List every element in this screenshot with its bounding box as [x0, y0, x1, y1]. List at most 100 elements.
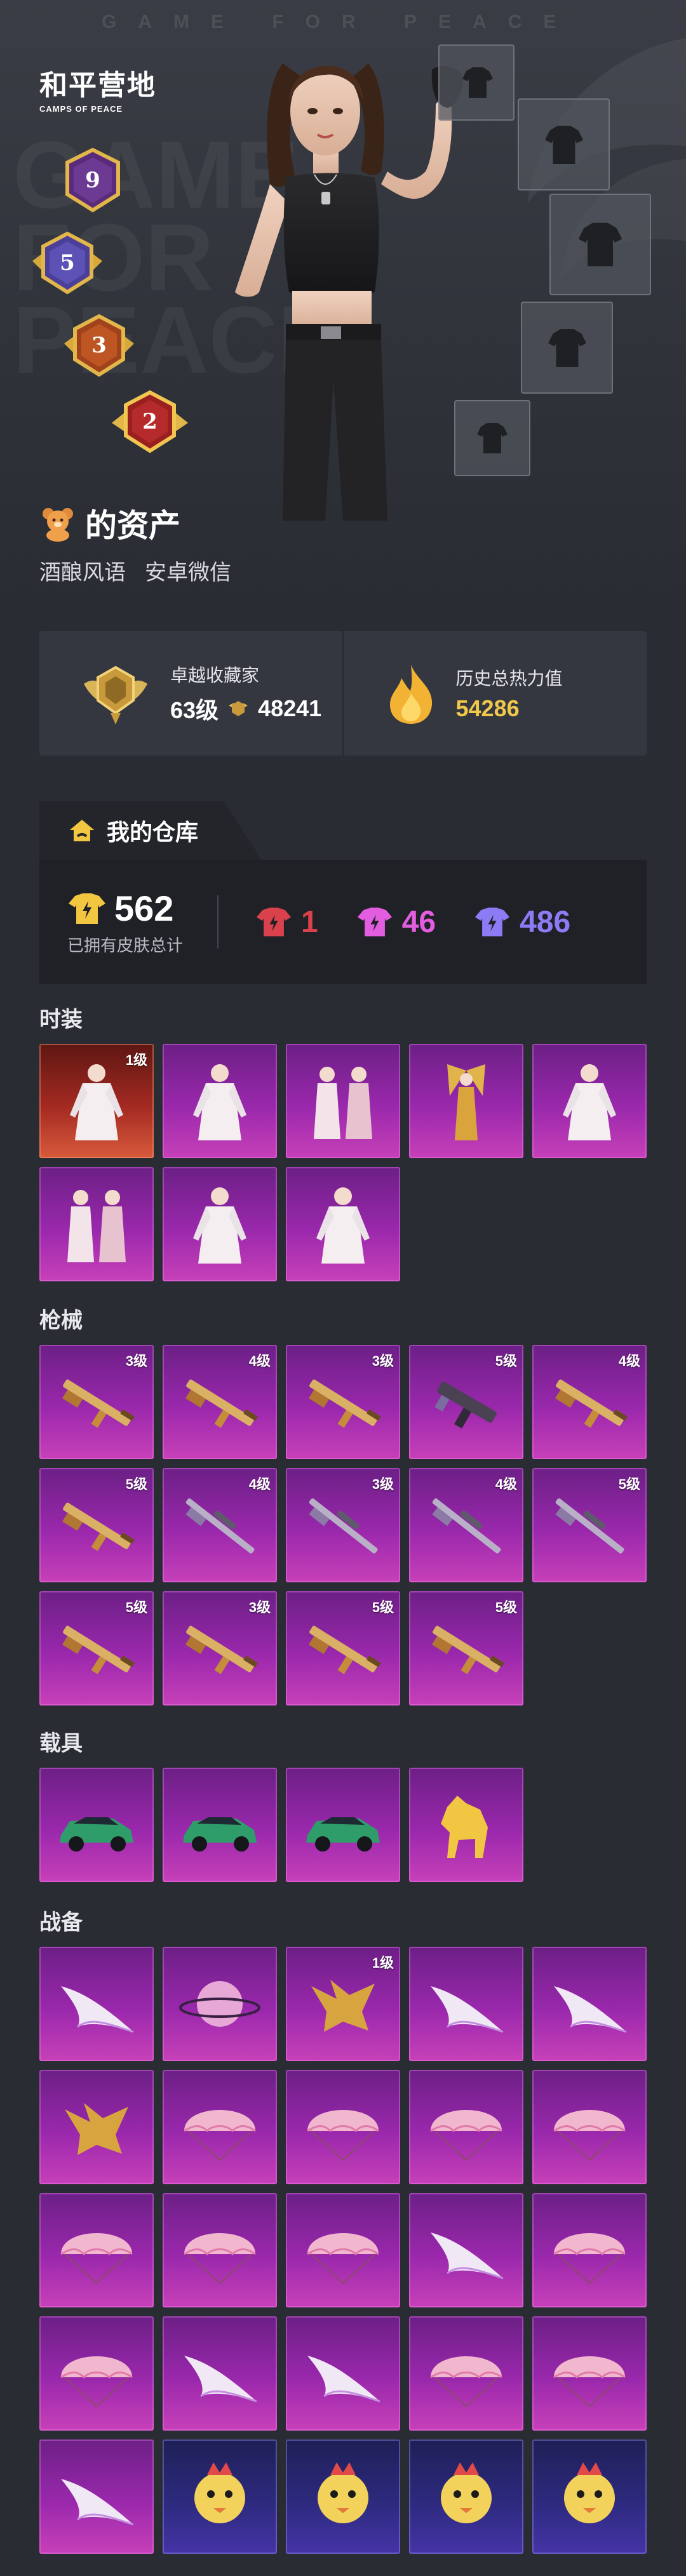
fashion-item[interactable]: 1级: [39, 1044, 154, 1158]
guns-item[interactable]: 4级: [163, 1468, 277, 1582]
guns-item[interactable]: 4级: [532, 1345, 647, 1459]
gear-item[interactable]: [286, 2070, 400, 2184]
tab-warehouse[interactable]: 我的仓库: [39, 801, 262, 860]
gear-item[interactable]: [163, 2193, 277, 2307]
fashion-item[interactable]: [163, 1167, 277, 1281]
pet-icon: [299, 2453, 387, 2542]
glider-icon: [545, 1961, 634, 2050]
vehicles-item[interactable]: [286, 1768, 400, 1882]
gear-item[interactable]: [163, 2316, 277, 2431]
gear-item[interactable]: [39, 2070, 154, 2184]
section-title-vehicles: 载具: [39, 1732, 83, 1756]
gear-item[interactable]: [39, 2316, 154, 2431]
gear-item[interactable]: [286, 2316, 400, 2431]
guns-item[interactable]: 3级: [39, 1345, 154, 1459]
planet-icon: [175, 1961, 264, 2050]
gear-item[interactable]: [409, 2070, 523, 2184]
rank-badge[interactable]: 5: [29, 226, 105, 302]
guns-item[interactable]: 5级: [286, 1591, 400, 1705]
gear-item[interactable]: [532, 1947, 647, 2061]
fashion-item[interactable]: [163, 1044, 277, 1158]
rifle-icon: [545, 1359, 634, 1448]
rifle-icon: [299, 1605, 387, 1694]
parachute-icon: [52, 2330, 141, 2419]
collector-level: 63级: [170, 697, 219, 723]
collector-stat[interactable]: 卓越收藏家 63级 48241: [39, 631, 342, 756]
gear-item[interactable]: [163, 2070, 277, 2184]
parachute-icon: [422, 2084, 511, 2173]
parachute-icon: [175, 2084, 264, 2173]
heat-label: 历史总热力值: [455, 669, 563, 688]
rifle-icon: [175, 1359, 264, 1448]
fashion-item[interactable]: [286, 1167, 400, 1281]
showcase-slot[interactable]: [521, 302, 613, 394]
gear-item[interactable]: [39, 1947, 154, 2061]
fashion-item[interactable]: [409, 1044, 523, 1158]
showcase-slot[interactable]: [438, 44, 514, 121]
app-logo[interactable]: 和平营地 CAMPS OF PEACE: [39, 62, 156, 114]
showcase-slot[interactable]: [549, 194, 651, 295]
gear-item[interactable]: [532, 2070, 647, 2184]
guns-item[interactable]: 5级: [39, 1468, 154, 1582]
rank-badge[interactable]: 2: [112, 385, 188, 461]
golden-horse-icon: [422, 1782, 511, 1871]
car-icon: [299, 1782, 387, 1871]
guns-item[interactable]: 5级: [409, 1591, 523, 1705]
guns-item[interactable]: 4级: [163, 1345, 277, 1459]
showcase-slot[interactable]: [518, 98, 610, 190]
gear-item[interactable]: [163, 2439, 277, 2554]
gear-item[interactable]: [163, 1947, 277, 2061]
item-level: 3级: [372, 1353, 394, 1369]
tier-blue-value: 486: [520, 905, 571, 939]
dragon-icon: [299, 1961, 387, 2050]
heat-stat[interactable]: 历史总热力值 54286: [342, 631, 647, 756]
fashion-item[interactable]: [532, 1044, 647, 1158]
fashion-item[interactable]: [39, 1167, 154, 1281]
dragon-icon: [52, 2084, 141, 2173]
gear-item[interactable]: [409, 2316, 523, 2431]
skin-total-icon: [69, 893, 105, 924]
gear-item[interactable]: [286, 2193, 400, 2307]
purple-skin-icon: [357, 907, 392, 937]
gear-item[interactable]: [532, 2439, 647, 2554]
vehicles-item[interactable]: [39, 1768, 154, 1882]
glider-icon: [52, 1961, 141, 2050]
gear-item[interactable]: 1级: [286, 1947, 400, 2061]
logo-title: 和平营地: [39, 69, 156, 102]
gear-item[interactable]: [39, 2193, 154, 2307]
rank-badge[interactable]: 3: [61, 309, 137, 385]
guns-item[interactable]: 3级: [286, 1468, 400, 1582]
rank-badge[interactable]: 9: [55, 143, 131, 220]
gear-item[interactable]: [532, 2193, 647, 2307]
couple-outfit-icon: [52, 1181, 141, 1270]
guns-item[interactable]: 3级: [163, 1591, 277, 1705]
gear-item[interactable]: [286, 2439, 400, 2554]
collector-points-icon: [229, 701, 248, 716]
tier-purple-count[interactable]: 46: [356, 905, 436, 940]
item-level: 1级: [372, 1955, 394, 1971]
tier-red-count[interactable]: 1: [255, 905, 318, 940]
guns-item[interactable]: 5级: [39, 1591, 154, 1705]
guns-item[interactable]: 5级: [532, 1468, 647, 1582]
gear-item[interactable]: [409, 1947, 523, 2061]
vehicles-item[interactable]: [163, 1768, 277, 1882]
gear-item[interactable]: [409, 2439, 523, 2554]
outfit-icon: [52, 1058, 141, 1147]
showcase-slot[interactable]: [454, 400, 530, 476]
guns-item[interactable]: 5级: [409, 1345, 523, 1459]
tier-blue-count[interactable]: 486: [474, 905, 570, 940]
guns-item[interactable]: 4级: [409, 1468, 523, 1582]
fashion-item[interactable]: [286, 1044, 400, 1158]
vehicles-item[interactable]: [409, 1768, 523, 1882]
glider-icon: [299, 2330, 387, 2419]
item-level: 5级: [495, 1353, 517, 1369]
sniper-icon: [545, 1482, 634, 1571]
gear-item[interactable]: [39, 2439, 154, 2554]
glider-icon: [52, 2453, 141, 2542]
gear-item[interactable]: [409, 2193, 523, 2307]
rifle-icon: [52, 1359, 141, 1448]
item-level: 1级: [125, 1052, 147, 1068]
gear-item[interactable]: [532, 2316, 647, 2431]
section-title-gear: 战备: [39, 1911, 83, 1935]
guns-item[interactable]: 3级: [286, 1345, 400, 1459]
